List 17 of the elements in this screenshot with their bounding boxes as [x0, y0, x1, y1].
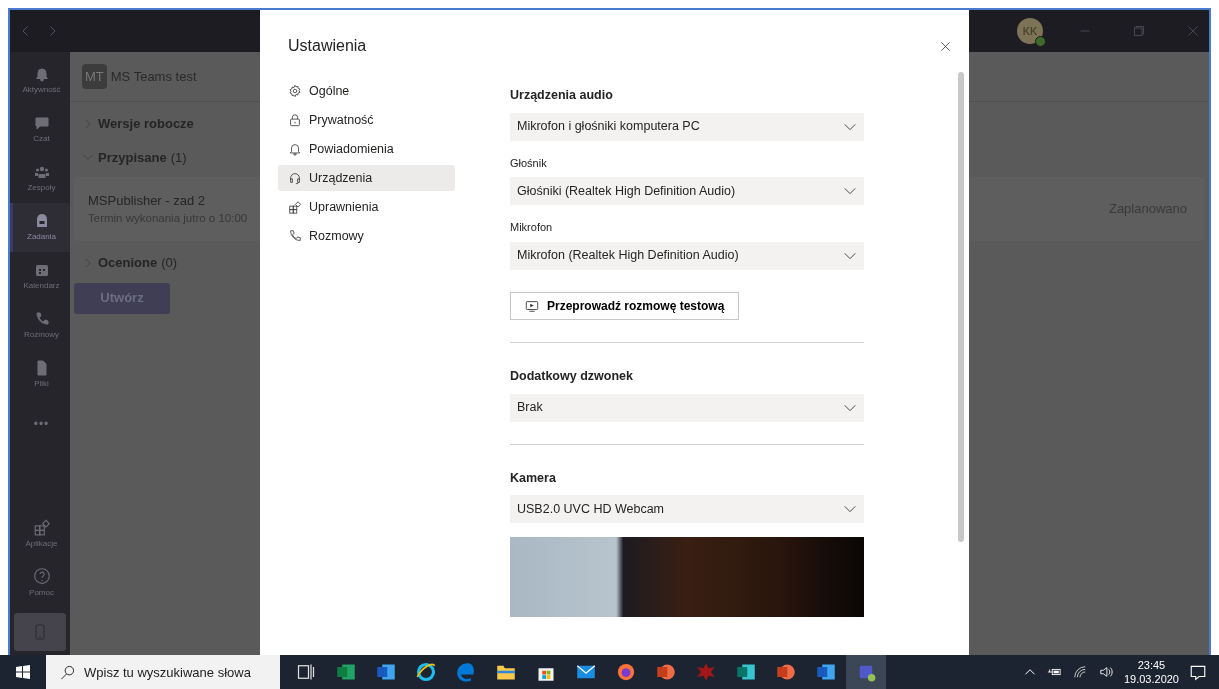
rail-label: Rozmowy	[23, 328, 60, 341]
section-heading: Dodatkowy dzwonek	[510, 367, 634, 385]
rail-label: Pomoc	[29, 586, 54, 599]
rail-label: Kalendarz	[23, 279, 60, 292]
section-heading: Urządzenia audio	[510, 87, 614, 104]
assignment-title: MSPublisher - zad 2	[88, 191, 207, 210]
rail-label: Pliki	[34, 377, 49, 390]
dialog-title: Ustawienia	[288, 36, 367, 56]
rail-label: Zadania	[27, 230, 56, 243]
rail-label: Czat	[33, 132, 50, 145]
section-heading: Kamera	[510, 469, 557, 487]
rail-label: Zespoły	[27, 181, 56, 194]
field-label: Mikrofon	[510, 220, 554, 236]
team-avatar: MT	[82, 63, 107, 90]
rail-label: Aplikacje	[25, 537, 58, 550]
field-label: Głośnik	[510, 155, 548, 171]
rail-label: Aktywność	[22, 83, 61, 96]
